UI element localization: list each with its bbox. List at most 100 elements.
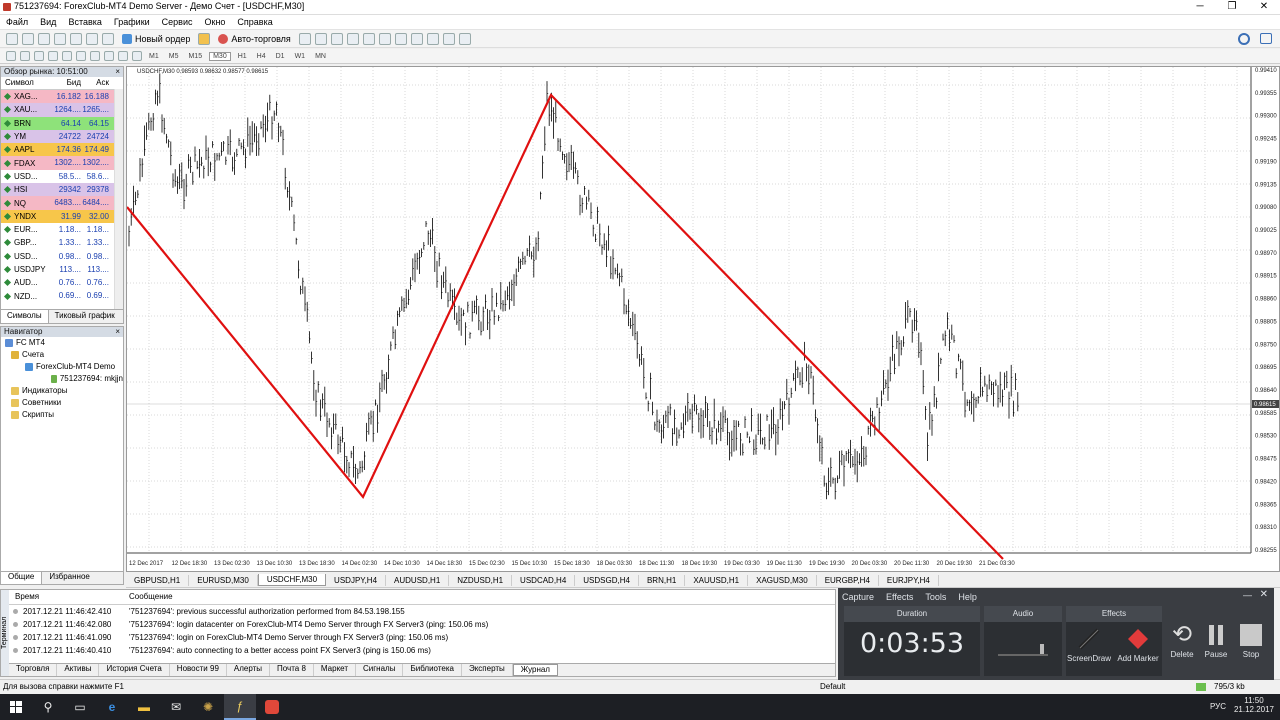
market-watch-row[interactable]: AAPL 174.36 174.49 <box>1 143 123 157</box>
journal-row[interactable]: 2017.12.21 11:46:42.080 '751237694': logi… <box>9 618 835 631</box>
market-watch-scrollbar[interactable] <box>114 89 123 309</box>
new-chart-icon[interactable] <box>6 32 18 45</box>
market-watch-row[interactable]: USDJPY 113.... 113.... <box>1 262 123 277</box>
app-icon[interactable]: ✺ <box>192 694 224 720</box>
tab-library[interactable]: Библиотека <box>403 664 462 676</box>
menu-window[interactable]: Окно <box>199 17 232 27</box>
market-watch-row[interactable]: AUD... 0.76... 0.76... <box>1 276 123 290</box>
timeframe-m5[interactable]: M5 <box>166 53 182 60</box>
screendraw-button[interactable]: ScreenDraw <box>1067 626 1111 663</box>
chart-tab-active[interactable]: USDCHF,M30 <box>257 574 327 586</box>
market-watch-row[interactable]: USD... 0.98... 0.98... <box>1 249 123 263</box>
market-watch-row[interactable]: NQ 6483.... 6484.... <box>1 196 123 210</box>
metatrader-taskbar-icon[interactable]: ƒ <box>224 694 256 720</box>
timeframe-m15[interactable]: M15 <box>185 53 205 60</box>
tab-signals[interactable]: Сигналы <box>356 664 404 676</box>
price-chart[interactable]: 0.99410 0.99355 0.99300 0.99245 0.99190 0.991… <box>126 66 1280 572</box>
navigator-icon[interactable] <box>70 32 82 45</box>
close-icon[interactable]: × <box>115 67 120 77</box>
chart-shift-icon[interactable] <box>394 32 407 45</box>
task-view-icon[interactable]: ▭ <box>64 694 96 720</box>
terminal-icon[interactable] <box>86 32 98 45</box>
audio-slider[interactable] <box>998 644 1048 656</box>
explorer-icon[interactable]: ▬ <box>128 694 160 720</box>
menu-charts[interactable]: Графики <box>108 17 156 27</box>
column-symbol[interactable]: Символ <box>1 77 53 89</box>
arrows-icon[interactable] <box>132 51 142 61</box>
close-button[interactable]: ✕ <box>1248 0 1280 14</box>
zoom-in-icon[interactable] <box>346 32 359 45</box>
nav-item-root[interactable]: FC MT4 <box>1 337 123 349</box>
menu-file[interactable]: Файл <box>0 17 34 27</box>
nav-item-scripts[interactable]: Скрипты <box>1 409 123 421</box>
market-watch-icon[interactable] <box>38 32 50 45</box>
chart-tab[interactable]: NZDUSD,H1 <box>449 574 513 586</box>
capture-menu-help[interactable]: Help <box>958 590 977 604</box>
market-watch-row[interactable]: YM 24722 24724 <box>1 129 123 144</box>
chart-tab[interactable]: XAUUSD,H1 <box>685 574 749 586</box>
market-watch-row[interactable]: XAU... 1264.... 1265.... <box>1 103 123 117</box>
column-time[interactable]: Время <box>9 590 119 604</box>
tile-windows-icon[interactable] <box>378 32 391 45</box>
zoom-out-icon[interactable] <box>362 32 375 45</box>
timeframe-m1[interactable]: M1 <box>146 53 162 60</box>
capture-menu-tools[interactable]: Tools <box>925 590 946 604</box>
data-window-icon[interactable] <box>54 32 66 45</box>
stop-button[interactable]: Stop <box>1229 622 1273 659</box>
horizontal-line-icon[interactable] <box>48 51 58 61</box>
chat-icon[interactable] <box>1260 33 1272 44</box>
trendline-icon[interactable] <box>62 51 72 61</box>
close-icon[interactable]: × <box>115 327 120 337</box>
minimize-button[interactable]: ─ <box>1184 0 1216 14</box>
market-watch-row[interactable]: XAG... 16.182 16.188 <box>1 90 123 104</box>
timeframe-m30[interactable]: M30 <box>209 51 231 61</box>
cursor-icon[interactable] <box>6 51 16 61</box>
market-watch-row[interactable]: EUR... 1.18... 1.18... <box>1 222 123 237</box>
column-message[interactable]: Сообщение <box>119 590 173 604</box>
autoscroll-icon[interactable] <box>410 32 423 45</box>
chart-tab[interactable]: AUDUSD,H1 <box>386 574 450 586</box>
tab-favorites[interactable]: Избранное <box>42 572 97 584</box>
menu-insert[interactable]: Вставка <box>62 17 107 27</box>
tab-tick-chart[interactable]: Тиковый график <box>49 310 121 323</box>
column-bid[interactable]: Бид <box>53 77 81 89</box>
tester-icon[interactable] <box>102 32 114 45</box>
nav-item-accounts[interactable]: Счета <box>1 349 123 361</box>
bar-chart-icon[interactable] <box>298 32 311 45</box>
tray-date[interactable]: 21.12.2017 <box>1234 705 1274 714</box>
chart-tab[interactable]: EURJPY,H4 <box>879 574 939 586</box>
tab-mailbox[interactable]: Почта 8 <box>270 664 314 676</box>
journal-row[interactable]: 2017.12.21 11:46:40.410 '751237694': auto… <box>9 644 835 657</box>
tray-time[interactable]: 11:50 <box>1234 696 1274 705</box>
mail-icon[interactable]: ✉ <box>160 694 192 720</box>
chart-tab[interactable]: USDSGD,H4 <box>575 574 639 586</box>
search-icon[interactable]: ⚲ <box>32 694 64 720</box>
autotrading-button[interactable]: Авто-торговля <box>214 32 294 46</box>
tab-exposure[interactable]: Активы <box>57 664 100 676</box>
chart-tab[interactable]: USDCAD,H4 <box>512 574 576 586</box>
add-marker-button[interactable]: Add Marker <box>1116 626 1160 663</box>
crosshair-icon[interactable] <box>20 51 30 61</box>
tab-experts[interactable]: Эксперты <box>462 664 513 676</box>
profiles-icon[interactable] <box>22 32 34 45</box>
column-ask[interactable]: Аск <box>81 77 111 89</box>
edge-icon[interactable]: e <box>96 694 128 720</box>
tab-news[interactable]: Новости 99 <box>170 664 227 676</box>
market-watch-row[interactable]: FDAX 1302.... 1302.... <box>1 156 123 170</box>
tray-lang[interactable]: РУС <box>1210 702 1226 711</box>
tab-symbols[interactable]: Символы <box>1 310 49 323</box>
chart-tab[interactable]: EURUSD,M30 <box>189 574 258 586</box>
market-watch-row[interactable]: USD... 58.5... 58.6... <box>1 169 123 184</box>
line-chart-icon[interactable] <box>330 32 343 45</box>
chart-tab[interactable]: BRN,H1 <box>639 574 686 586</box>
nav-item-account[interactable]: 751237694: mkjjn <box>1 373 123 385</box>
search-icon[interactable] <box>1238 33 1250 45</box>
timeframe-h1[interactable]: H1 <box>235 53 250 60</box>
recorder-taskbar-icon[interactable] <box>256 694 288 720</box>
tab-alerts[interactable]: Алерты <box>227 664 271 676</box>
menu-tools[interactable]: Сервис <box>156 17 199 27</box>
close-icon[interactable]: ✕ <box>1260 589 1268 600</box>
start-button[interactable] <box>0 694 32 720</box>
tab-trade[interactable]: Торговля <box>9 664 58 676</box>
maximize-button[interactable]: ❐ <box>1216 0 1248 14</box>
